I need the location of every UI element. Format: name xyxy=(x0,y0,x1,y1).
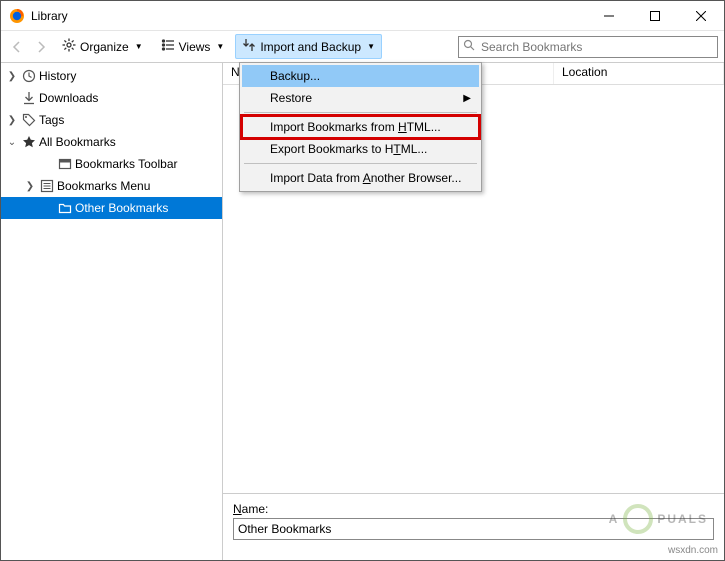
sidebar-item-downloads[interactable]: . Downloads xyxy=(1,87,222,109)
firefox-icon xyxy=(9,8,25,24)
folder-icon xyxy=(57,200,73,216)
menu-backup[interactable]: Backup... xyxy=(242,65,479,87)
close-button[interactable] xyxy=(678,1,724,30)
sidebar-item-label: History xyxy=(39,69,76,83)
organize-button[interactable]: Organize ▼ xyxy=(55,34,150,59)
titlebar: Library xyxy=(1,1,724,31)
views-button[interactable]: Views ▼ xyxy=(154,34,232,59)
menu-separator xyxy=(244,163,477,164)
views-label: Views xyxy=(179,40,211,54)
toolbar-icon xyxy=(57,156,73,172)
sidebar-item-label: Downloads xyxy=(39,91,98,105)
maximize-button[interactable] xyxy=(632,1,678,30)
import-backup-label: Import and Backup xyxy=(260,40,361,54)
import-backup-menu: Backup... Restore ▶ Import Bookmarks fro… xyxy=(239,62,482,192)
expand-icon[interactable]: ❯ xyxy=(23,181,37,192)
sidebar-item-label: Bookmarks Toolbar xyxy=(75,157,178,171)
history-icon xyxy=(21,68,37,84)
search-box[interactable] xyxy=(458,36,718,58)
list-icon xyxy=(161,38,175,55)
sidebar-item-label: All Bookmarks xyxy=(39,135,116,149)
nav-forward-button[interactable] xyxy=(31,37,51,57)
collapse-icon[interactable]: ⌄ xyxy=(5,137,19,148)
expand-icon[interactable]: ❯ xyxy=(5,71,19,82)
sidebar-item-label: Other Bookmarks xyxy=(75,201,168,215)
library-window: Library Organize ▼ Views ▼ Import and Ba… xyxy=(0,0,725,561)
sidebar-item-history[interactable]: ❯ History xyxy=(1,65,222,87)
details-name-input[interactable] xyxy=(233,518,714,540)
sidebar-item-bookmarks-toolbar[interactable]: . Bookmarks Toolbar xyxy=(1,153,222,175)
star-filled-icon xyxy=(21,134,37,150)
expand-icon[interactable]: ❯ xyxy=(5,115,19,126)
sidebar-tree[interactable]: ❯ History . Downloads ❯ Tags ⌄ All Bookm… xyxy=(1,63,223,560)
sidebar-item-other-bookmarks[interactable]: . Other Bookmarks xyxy=(1,197,222,219)
download-icon xyxy=(21,90,37,106)
sidebar-item-all-bookmarks[interactable]: ⌄ All Bookmarks xyxy=(1,131,222,153)
toolbar: Organize ▼ Views ▼ Import and Backup ▼ B… xyxy=(1,31,724,63)
sidebar-item-label: Bookmarks Menu xyxy=(57,179,150,193)
menu-icon xyxy=(39,178,55,194)
nav-back-button[interactable] xyxy=(7,37,27,57)
menu-separator xyxy=(244,112,477,113)
sidebar-item-tags[interactable]: ❯ Tags xyxy=(1,109,222,131)
tag-icon xyxy=(21,112,37,128)
chevron-down-icon: ▼ xyxy=(216,42,224,51)
submenu-arrow-icon: ▶ xyxy=(463,93,471,104)
details-name-label: Name: xyxy=(233,502,714,516)
search-input[interactable] xyxy=(479,39,713,55)
minimize-button[interactable] xyxy=(586,1,632,30)
search-icon xyxy=(463,39,475,54)
gear-icon xyxy=(62,38,76,55)
organize-label: Organize xyxy=(80,40,129,54)
menu-restore[interactable]: Restore ▶ xyxy=(242,87,479,109)
details-pane: Name: xyxy=(223,494,724,560)
menu-import-html[interactable]: Import Bookmarks from HTML... xyxy=(242,116,479,138)
chevron-down-icon: ▼ xyxy=(367,42,375,51)
menu-export-html[interactable]: Export Bookmarks to HTML... xyxy=(242,138,479,160)
import-export-icon xyxy=(242,38,256,55)
import-backup-button[interactable]: Import and Backup ▼ xyxy=(235,34,382,59)
column-location[interactable]: Location xyxy=(554,63,724,84)
sidebar-item-bookmarks-menu[interactable]: ❯ Bookmarks Menu xyxy=(1,175,222,197)
sidebar-item-label: Tags xyxy=(39,113,64,127)
menu-import-other-browser[interactable]: Import Data from Another Browser... xyxy=(242,167,479,189)
window-title: Library xyxy=(31,9,68,23)
chevron-down-icon: ▼ xyxy=(135,42,143,51)
